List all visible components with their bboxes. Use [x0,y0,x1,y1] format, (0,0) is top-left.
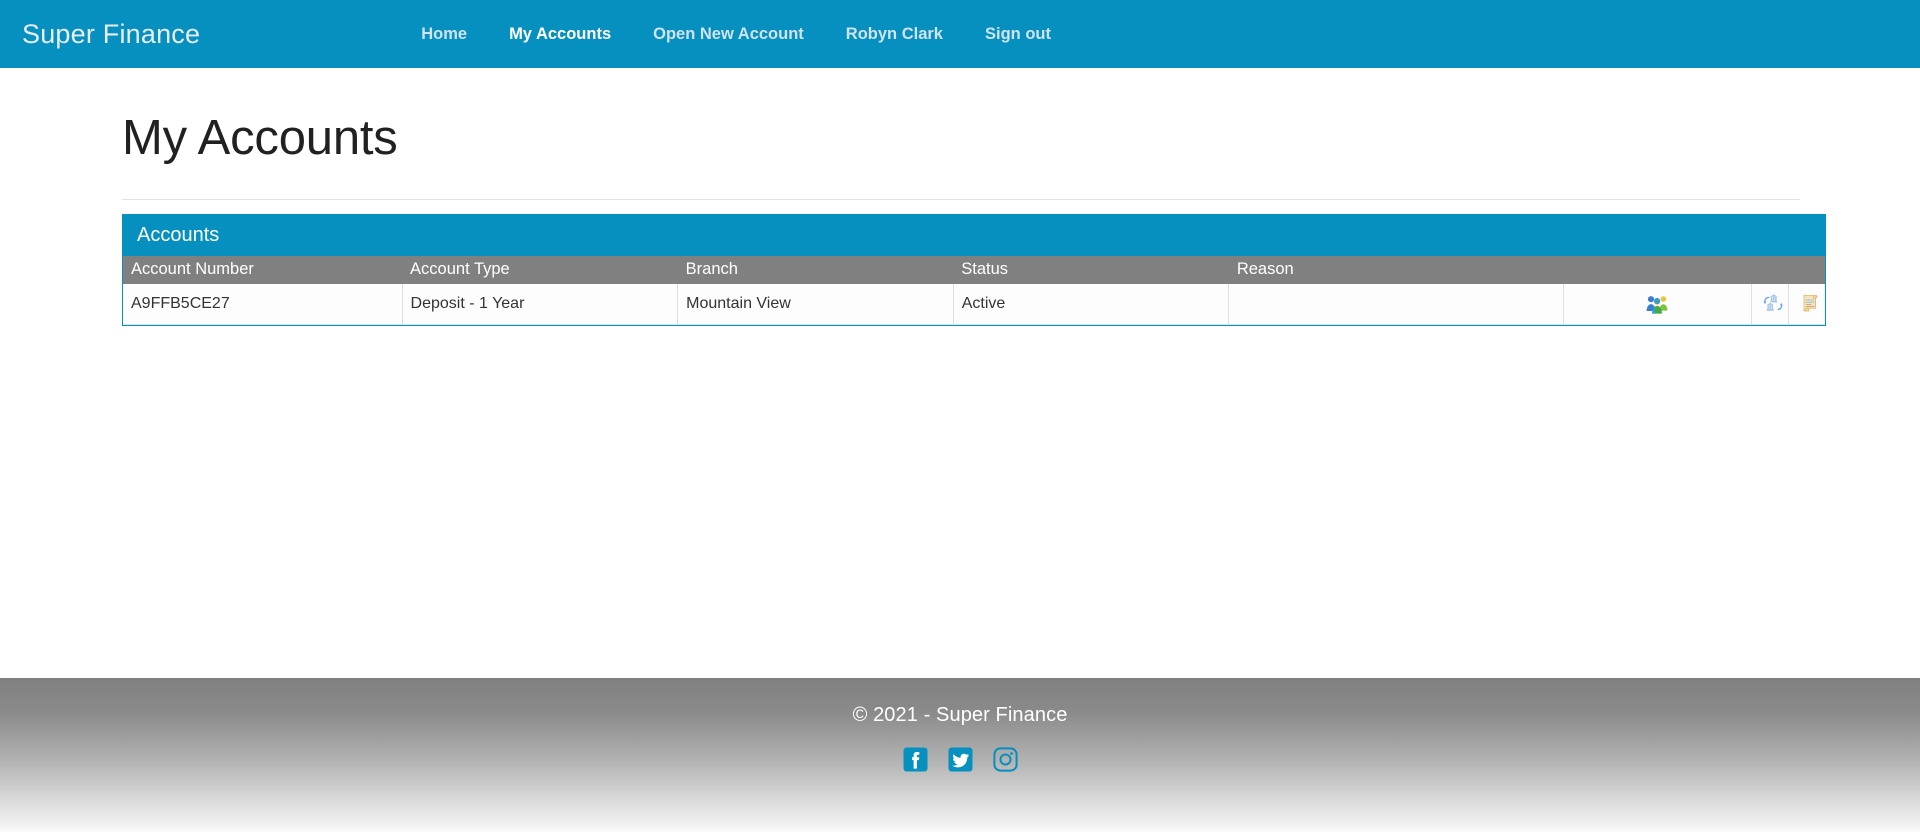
cell-account-number: A9FFB5CE27 [123,283,403,325]
main-nav: Home My Accounts Open New Account Robyn … [400,26,1072,43]
column-header-actions-2 [1751,255,1789,284]
twitter-icon [948,747,973,772]
column-header-branch: Branch [677,255,954,284]
instagram-icon [992,747,1018,772]
nav-link-open-new-account[interactable]: Open New Account [632,26,825,43]
cell-account-type: Deposit - 1 Year [401,283,679,325]
top-navbar: Super Finance Home My Accounts Open New … [0,0,1920,68]
column-header-account-type: Account Type [402,255,678,284]
cell-action-transfer[interactable] [1750,283,1789,325]
accounts-table-body: A9FFB5CE27 Deposit - 1 Year Mountain Vie… [123,283,1825,325]
statement-icon[interactable] [1797,291,1823,317]
accounts-table: Account Number Account Type Branch Statu… [123,255,1825,325]
cell-action-account-holders[interactable] [1562,283,1752,325]
nav-link-my-accounts[interactable]: My Accounts [488,26,632,43]
column-header-reason: Reason [1228,255,1564,284]
account-holders-icon[interactable] [1644,291,1670,317]
cell-action-statement[interactable] [1787,283,1825,325]
cell-branch: Mountain View [677,283,954,325]
accounts-table-head: Account Number Account Type Branch Statu… [123,255,1825,284]
page-content: My Accounts Accounts Account Number Acco… [0,111,1920,722]
page-footer: © 2021 - Super Finance [0,678,1920,832]
brand-logo[interactable]: Super Finance [22,20,200,48]
column-header-actions-3 [1788,255,1825,284]
nav-link-home[interactable]: Home [400,26,488,43]
column-header-status: Status [953,255,1229,284]
instagram-link[interactable] [992,747,1018,772]
table-row: A9FFB5CE27 Deposit - 1 Year Mountain Vie… [123,283,1825,325]
title-divider [122,198,1800,200]
nav-link-sign-out[interactable]: Sign out [964,26,1072,43]
footer-copyright: © 2021 - Super Finance [852,704,1068,726]
accounts-panel: Accounts Account Number Account Type Bra… [122,213,1826,326]
facebook-link[interactable] [903,747,928,772]
social-links [0,747,1920,772]
nav-link-user-profile[interactable]: Robyn Clark [825,26,964,43]
table-header-row: Account Number Account Type Branch Statu… [123,255,1825,284]
cell-status: Active [952,283,1230,325]
page-title: My Accounts [122,111,398,165]
column-header-account-number: Account Number [123,255,403,284]
twitter-link[interactable] [948,747,973,772]
transfer-icon[interactable] [1760,291,1786,317]
cell-reason [1228,283,1564,325]
column-header-actions-1 [1563,255,1752,284]
facebook-icon [903,747,928,772]
accounts-panel-heading: Accounts [123,214,1825,256]
